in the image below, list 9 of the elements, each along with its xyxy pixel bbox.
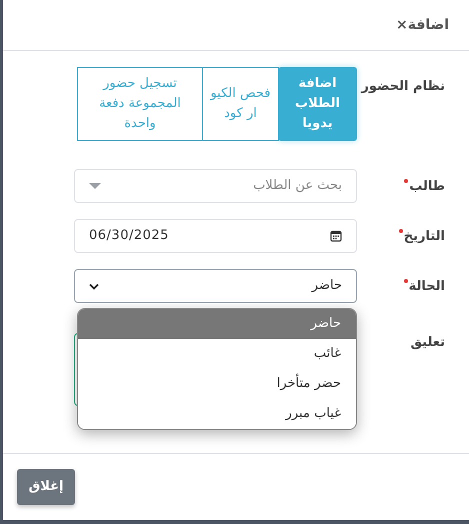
field-label: طالب <box>409 178 445 196</box>
field-label: التاريخ <box>404 228 445 246</box>
placeholder-text: بحث عن الطلاب <box>253 177 342 196</box>
field-label: تعليق <box>410 334 445 352</box>
select-value: حاضر <box>312 277 342 296</box>
field-label: الحالة <box>408 278 445 296</box>
field-label: نظام الحضور <box>361 78 445 96</box>
date-value: 06/30/2025 <box>89 227 169 246</box>
dialog-title: اضافة <box>408 16 449 34</box>
